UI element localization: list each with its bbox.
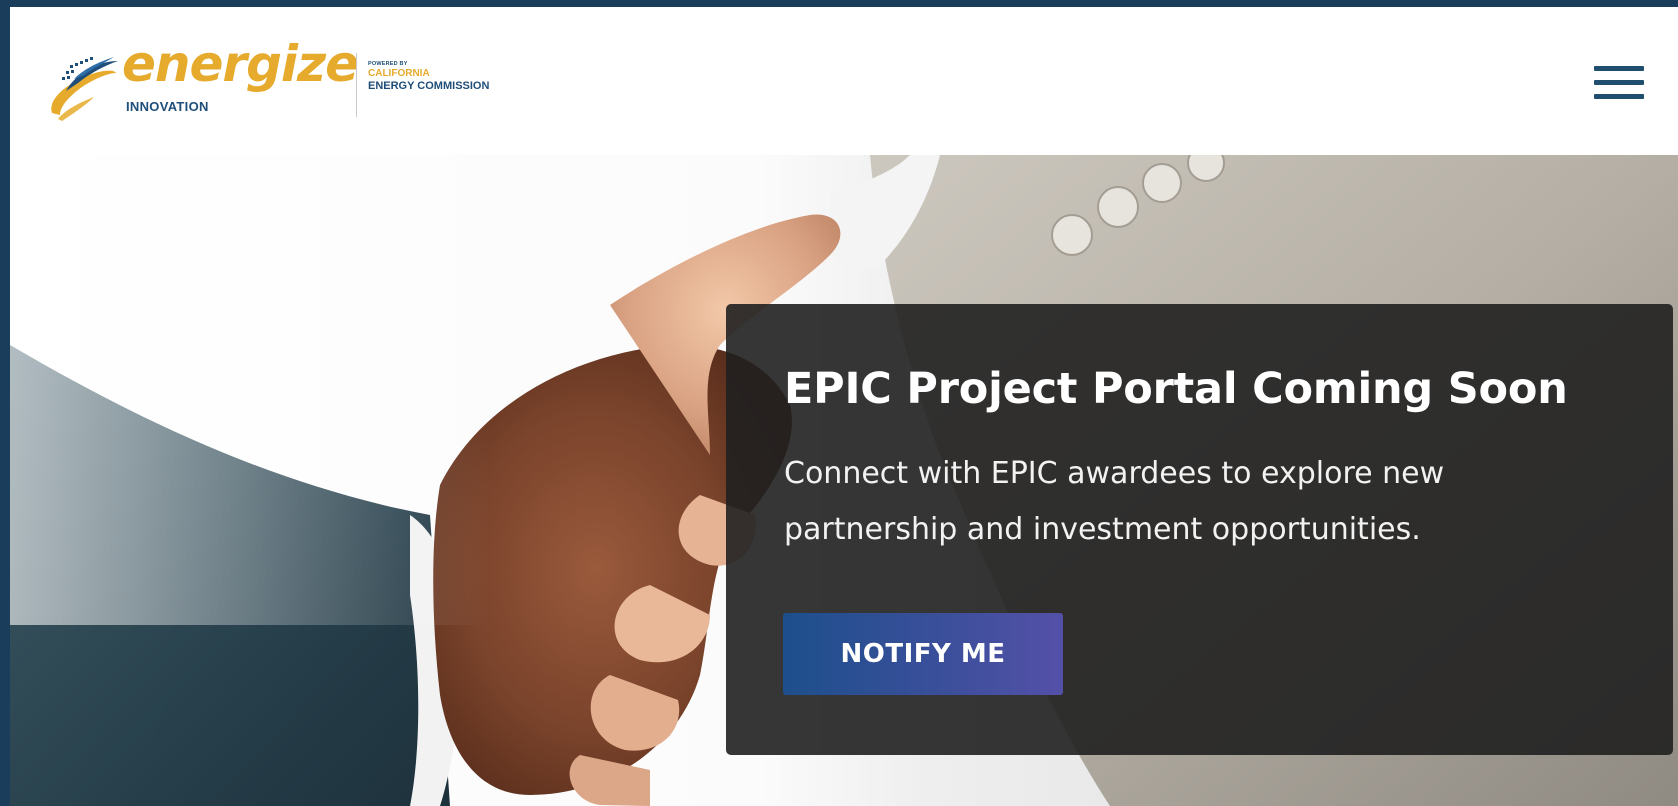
menu-bar <box>1594 94 1644 99</box>
hero-section: EPIC Project Portal Coming Soon Connect … <box>10 155 1678 806</box>
page: energize INNOVATION POWERED BY CALIFORNI… <box>10 7 1678 806</box>
logo-california: CALIFORNIA <box>368 68 430 79</box>
card-title: EPIC Project Portal Coming Soon <box>784 364 1568 414</box>
window-frame: energize INNOVATION POWERED BY CALIFORNI… <box>0 0 1678 806</box>
menu-bar <box>1594 80 1644 85</box>
energize-swoosh-icon <box>51 57 118 121</box>
logo-powered-by: POWERED BY <box>368 61 408 67</box>
notify-me-button[interactable]: NOTIFY ME <box>783 613 1063 695</box>
card-description: Connect with EPIC awardees to explore ne… <box>784 456 1445 547</box>
logo-divider <box>356 53 357 117</box>
menu-bar <box>1594 66 1644 71</box>
logo-wordmark: energize <box>122 35 359 93</box>
site-header: energize INNOVATION POWERED BY CALIFORNI… <box>10 7 1678 155</box>
promo-card: EPIC Project Portal Coming Soon Connect … <box>726 304 1673 755</box>
energize-innovation-logo[interactable]: energize INNOVATION POWERED BY CALIFORNI… <box>46 39 526 127</box>
logo-subtitle: INNOVATION <box>126 99 209 114</box>
logo-energy-commission: ENERGY COMMISSION <box>368 80 490 92</box>
hamburger-menu-icon[interactable] <box>1592 63 1646 103</box>
